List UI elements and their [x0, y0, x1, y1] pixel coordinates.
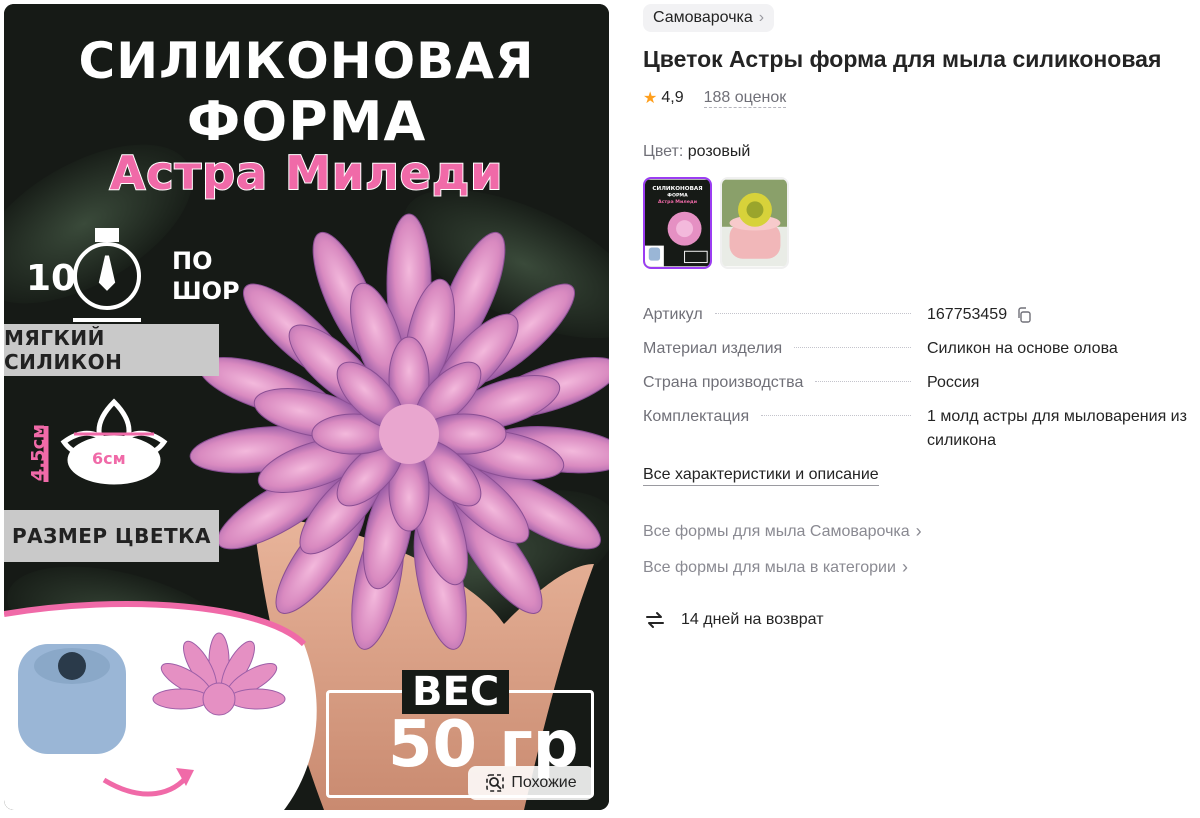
- star-icon: ★: [643, 90, 658, 107]
- spec-name: Страна производства: [643, 374, 804, 391]
- brand-chip[interactable]: Самоварочка ›: [643, 4, 775, 32]
- similar-products-label: Похожие: [511, 774, 577, 791]
- image-width-label: 6см: [92, 449, 126, 468]
- reviews-link[interactable]: 188 оценок: [703, 89, 787, 108]
- brand-name: Самоварочка: [653, 9, 753, 26]
- image-band-soft-silicone: МЯГКИЙ СИЛИКОН: [4, 324, 219, 376]
- brand-forms-label: Все формы для мыла Самоварочка: [643, 522, 910, 540]
- swatch-pink-thumbnail: СИЛИКОНОВАЯ ФОРМА Астра Миледи: [645, 179, 710, 267]
- color-swatch-yellow[interactable]: [720, 177, 789, 269]
- svg-text:ФОРМА: ФОРМА: [667, 193, 688, 199]
- image-search-icon: [486, 774, 505, 792]
- similar-products-button[interactable]: Похожие: [468, 766, 594, 800]
- svg-text:Астра Миледи: Астра Миледи: [658, 199, 697, 205]
- chevron-right-icon: ›: [915, 521, 922, 541]
- image-title-line3: Астра Миледи: [109, 145, 504, 201]
- product-title: Цветок Астры форма для мыла силиконовая: [643, 46, 1162, 72]
- return-policy: 14 дней на возврат: [643, 608, 824, 632]
- image-title-line2: ФОРМА: [186, 90, 427, 153]
- spec-name: Артикул: [643, 306, 703, 323]
- spec-value: 1 молд астры для мыловарения из силикона: [927, 408, 1187, 449]
- image-band-flower-size: РАЗМЕР ЦВЕТКА: [4, 510, 219, 562]
- svg-text:СИЛИКОНОВАЯ: СИЛИКОНОВАЯ: [652, 186, 702, 192]
- swatch-yellow-thumbnail: [722, 179, 787, 267]
- spec-name: Материал изделия: [643, 340, 783, 357]
- return-arrows-icon: [646, 612, 664, 628]
- category-forms-link[interactable]: Все формы для мыла в категории ›: [643, 557, 908, 578]
- spec-value: 167753459: [927, 306, 1008, 323]
- chevron-right-icon: ›: [758, 9, 765, 26]
- color-swatch-pink[interactable]: СИЛИКОНОВАЯ ФОРМА Астра Миледи: [643, 177, 712, 269]
- image-height-label: 4,5см: [28, 424, 49, 482]
- spec-value: Россия: [927, 374, 980, 391]
- brand-forms-link[interactable]: Все формы для мыла Самоварочка ›: [643, 521, 922, 542]
- spec-name: Комплектация: [643, 408, 750, 425]
- image-hardness-unit: ПО ШОР: [172, 247, 240, 305]
- all-specs-link[interactable]: Все характеристики и описание: [643, 465, 879, 486]
- image-title-line1: СИЛИКОНОВАЯ: [78, 32, 535, 90]
- color-label-text: Цвет:: [643, 143, 684, 160]
- product-main-image[interactable]: СИЛИКОНОВАЯ ФОРМА Астра Миледи 10 ПО ШОР…: [4, 4, 609, 810]
- rating-row: ★ 4,9 188 оценок: [643, 88, 787, 108]
- spec-value: Силикон на основе олова: [927, 340, 1118, 357]
- rating-value: 4,9: [661, 89, 684, 106]
- color-value: розовый: [687, 143, 751, 160]
- chevron-right-icon: ›: [901, 557, 908, 577]
- color-label: Цвет: розовый: [643, 143, 750, 161]
- category-forms-label: Все формы для мыла в категории: [643, 558, 896, 576]
- copy-icon[interactable]: [1016, 307, 1032, 323]
- image-hardness-value: 10: [26, 258, 77, 299]
- return-policy-text: 14 дней на возврат: [681, 611, 824, 628]
